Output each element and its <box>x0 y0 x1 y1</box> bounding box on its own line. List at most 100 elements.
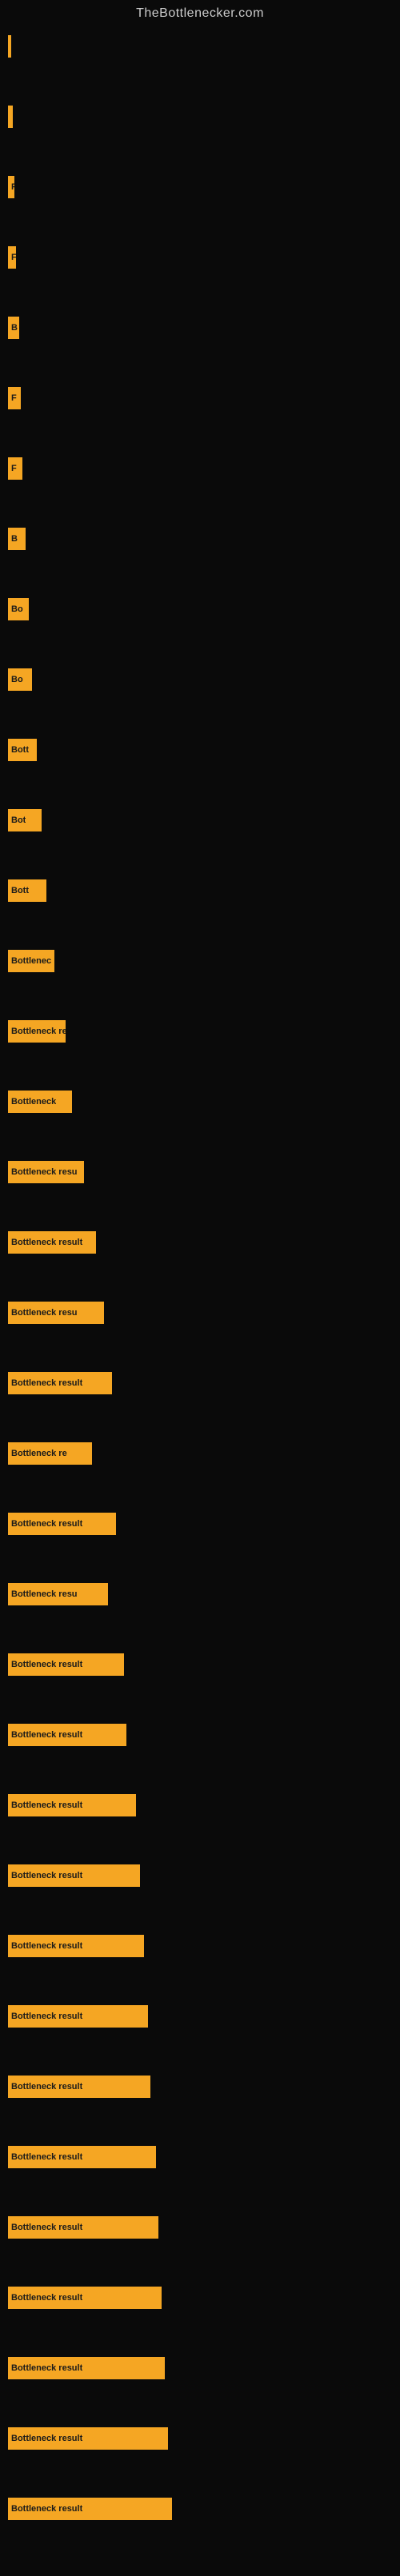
bar-label-15: Bottleneck re <box>11 1027 66 1036</box>
bar-25: Bottleneck result <box>8 1724 126 1746</box>
bar-row: Bottleneck result <box>8 1372 400 1394</box>
bar-label-16: Bottleneck <box>11 1097 56 1107</box>
bar-label-13: Bott <box>11 886 29 895</box>
bar-22: Bottleneck result <box>8 1513 116 1535</box>
bar-label-30: Bottleneck result <box>11 2082 82 2092</box>
bar-1 <box>8 35 11 58</box>
bar-row: Bottleneck result <box>8 2427 400 2450</box>
bar-30: Bottleneck result <box>8 2076 150 2098</box>
bar-label-6: F <box>11 393 17 403</box>
bar-row: F <box>8 246 400 269</box>
bar-row: B <box>8 317 400 339</box>
bar-row: Bottleneck resu <box>8 1302 400 1324</box>
bar-34: Bottleneck result <box>8 2357 165 2379</box>
bar-24: Bottleneck result <box>8 1653 124 1676</box>
bar-label-12: Bot <box>11 815 26 825</box>
bar-label-5: B <box>11 323 18 333</box>
bar-label-20: Bottleneck result <box>11 1378 82 1388</box>
bar-row: Bot <box>8 809 400 831</box>
bar-8: B <box>8 528 26 550</box>
bar-32: Bottleneck result <box>8 2216 158 2239</box>
bar-23: Bottleneck resu <box>8 1583 108 1605</box>
bar-row: Bottleneck <box>8 1091 400 1113</box>
bar-label-3: F <box>11 182 14 192</box>
bar-row: Bottleneck result <box>8 1724 400 1746</box>
bar-row: Bo <box>8 668 400 691</box>
bar-label-35: Bottleneck result <box>11 2434 82 2443</box>
bar-label-32: Bottleneck result <box>11 2223 82 2232</box>
bar-label-14: Bottlenec <box>11 956 51 966</box>
bar-row: Bottleneck result <box>8 2498 400 2520</box>
bar-row: Bo <box>8 598 400 620</box>
bar-label-31: Bottleneck result <box>11 2152 82 2162</box>
bar-label-19: Bottleneck resu <box>11 1308 78 1318</box>
bar-13: Bott <box>8 879 46 902</box>
bar-row: Bottleneck re <box>8 1020 400 1043</box>
bar-row: Bottlenec <box>8 950 400 972</box>
bars-container: F F B F F B Bo Bo Bott Bot Bott Bottlenec Bottleneck… <box>0 27 400 2576</box>
site-title: TheBottlenecker.com <box>0 0 400 27</box>
bar-row: Bottleneck resu <box>8 1161 400 1183</box>
bar-label-21: Bottleneck re <box>11 1449 67 1458</box>
bar-row: Bottleneck result <box>8 2216 400 2239</box>
bar-35: Bottleneck result <box>8 2427 168 2450</box>
bar-label-8: B <box>11 534 18 544</box>
bar-19: Bottleneck resu <box>8 1302 104 1324</box>
bar-row: Bottleneck result <box>8 1513 400 1535</box>
bar-label-29: Bottleneck result <box>11 2012 82 2021</box>
bar-row: Bottleneck result <box>8 2076 400 2098</box>
bar-9: Bo <box>8 598 29 620</box>
bar-row: Bottleneck result <box>8 1653 400 1676</box>
bar-6: F <box>8 387 21 409</box>
bar-row: Bottleneck result <box>8 1935 400 1957</box>
bar-row: Bott <box>8 739 400 761</box>
bar-18: Bottleneck result <box>8 1231 96 1254</box>
bar-row: F <box>8 457 400 480</box>
bar-row: Bott <box>8 879 400 902</box>
bar-label-34: Bottleneck result <box>11 2363 82 2373</box>
bar-29: Bottleneck result <box>8 2005 148 2028</box>
bar-label-18: Bottleneck result <box>11 1238 82 1247</box>
bar-label-25: Bottleneck result <box>11 1730 82 1740</box>
bar-label-36: Bottleneck result <box>11 2504 82 2514</box>
bar-10: Bo <box>8 668 32 691</box>
bar-row: F <box>8 176 400 198</box>
bar-label-17: Bottleneck resu <box>11 1167 78 1177</box>
bar-label-27: Bottleneck result <box>11 1871 82 1880</box>
bar-14: Bottlenec <box>8 950 54 972</box>
bar-4: F <box>8 246 16 269</box>
bar-label-7: F <box>11 464 17 473</box>
bar-15: Bottleneck re <box>8 1020 66 1043</box>
bar-label-22: Bottleneck result <box>11 1519 82 1529</box>
bar-row: B <box>8 528 400 550</box>
bar-16: Bottleneck <box>8 1091 72 1113</box>
bar-label-4: F <box>11 253 16 262</box>
bar-row: Bottleneck result <box>8 2005 400 2028</box>
bar-27: Bottleneck result <box>8 1864 140 1887</box>
bar-label-23: Bottleneck resu <box>11 1589 78 1599</box>
bar-28: Bottleneck result <box>8 1935 144 1957</box>
bar-row: Bottleneck re <box>8 1442 400 1465</box>
bar-label-33: Bottleneck result <box>11 2293 82 2303</box>
bar-row <box>8 35 400 58</box>
bar-row: F <box>8 387 400 409</box>
bar-36: Bottleneck result <box>8 2498 172 2520</box>
bar-label-26: Bottleneck result <box>11 1800 82 1810</box>
bar-row <box>8 106 400 128</box>
bar-label-24: Bottleneck result <box>11 1660 82 1669</box>
bar-20: Bottleneck result <box>8 1372 112 1394</box>
bar-12: Bot <box>8 809 42 831</box>
bar-row: Bottleneck result <box>8 2357 400 2379</box>
bar-11: Bott <box>8 739 37 761</box>
bar-row: Bottleneck resu <box>8 1583 400 1605</box>
bar-31: Bottleneck result <box>8 2146 156 2168</box>
bar-2 <box>8 106 13 128</box>
bar-17: Bottleneck resu <box>8 1161 84 1183</box>
bar-7: F <box>8 457 22 480</box>
bar-row: Bottleneck result <box>8 2146 400 2168</box>
bar-row: Bottleneck result <box>8 1794 400 1816</box>
bar-row: Bottleneck result <box>8 2287 400 2309</box>
bar-row: Bottleneck result <box>8 1864 400 1887</box>
bar-label-10: Bo <box>11 675 23 684</box>
bar-3: F <box>8 176 14 198</box>
